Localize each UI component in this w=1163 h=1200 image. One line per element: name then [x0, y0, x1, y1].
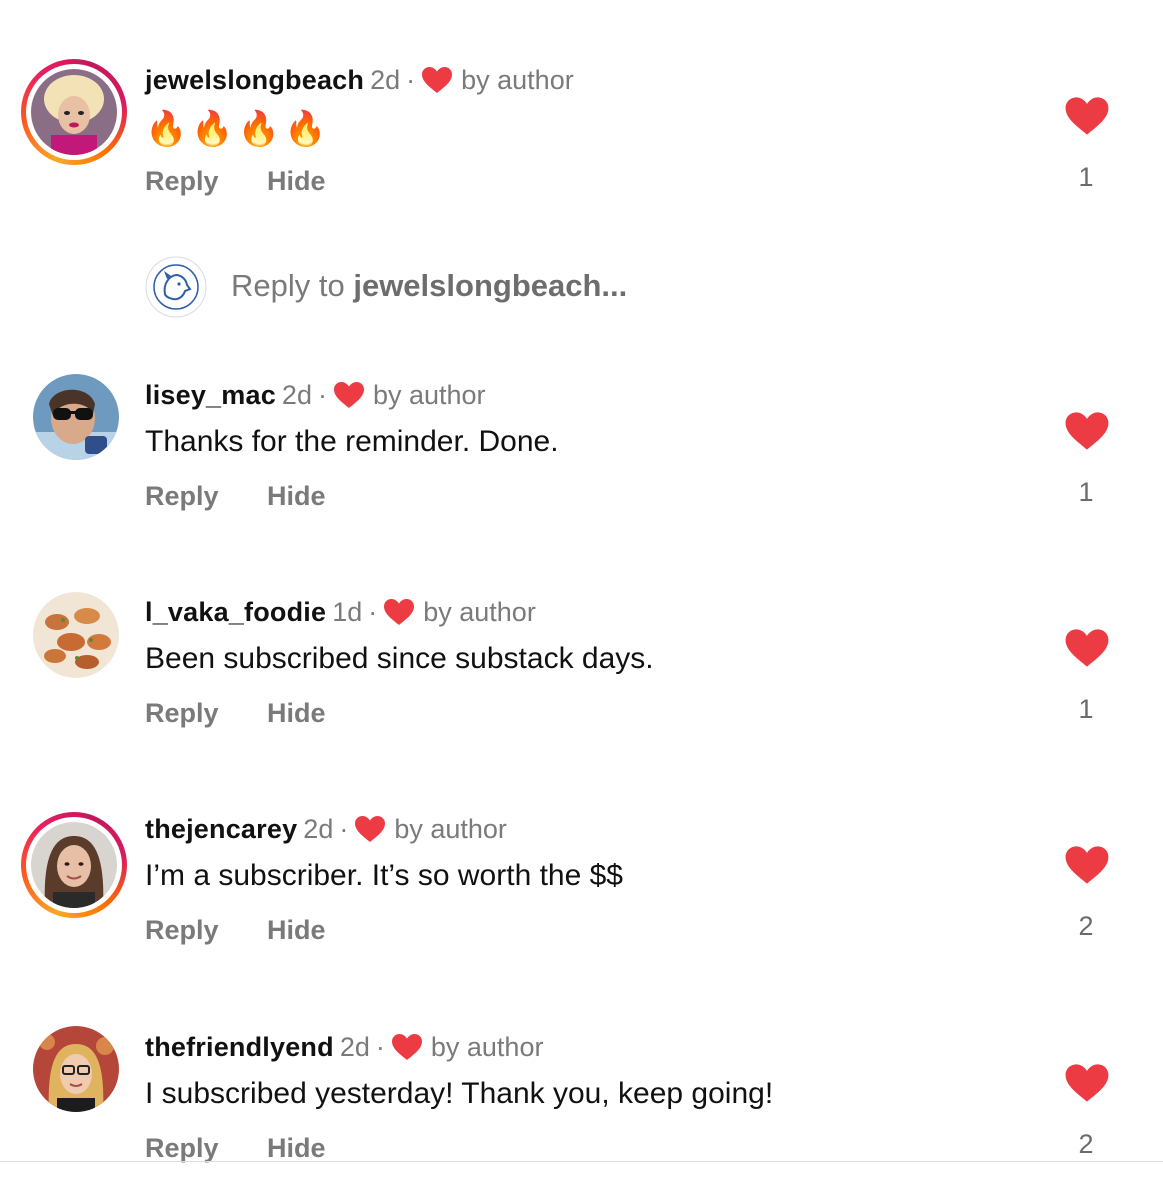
author-heart-icon: [354, 815, 386, 850]
reply-button[interactable]: Reply: [145, 166, 267, 197]
reply-button[interactable]: Reply: [145, 1133, 267, 1164]
separator-dot: ·: [368, 597, 378, 627]
comment-actions: Reply Hide: [145, 915, 326, 946]
by-author-label: by author: [372, 380, 486, 410]
separator-dot: ·: [375, 1032, 385, 1062]
by-author-label: by author: [430, 1032, 544, 1062]
comment-text: I’m a subscriber. It’s so worth the $$: [145, 859, 623, 892]
timestamp: 2d: [370, 65, 401, 95]
comment-text: I subscribed yesterday! Thank you, keep …: [145, 1077, 774, 1110]
reply-button[interactable]: Reply: [145, 915, 267, 946]
author-heart-icon: [391, 1033, 423, 1068]
username[interactable]: jewelslongbeach: [145, 65, 364, 95]
hide-button[interactable]: Hide: [267, 698, 326, 729]
timestamp: 2d: [303, 814, 334, 844]
timestamp: 2d: [339, 1032, 370, 1062]
comment-text: Thanks for the reminder. Done.: [145, 425, 559, 458]
avatar[interactable]: [33, 1026, 119, 1112]
username[interactable]: thefriendlyend: [145, 1032, 334, 1062]
like-count: 1: [1078, 694, 1094, 724]
like-heart-icon[interactable]: [1064, 845, 1110, 885]
like-count: 1: [1078, 477, 1094, 507]
divider: [0, 1161, 1163, 1162]
like-heart-icon[interactable]: [1064, 411, 1110, 451]
separator-dot: ·: [317, 380, 327, 410]
comment-actions: Reply Hide: [145, 1133, 326, 1164]
comment-text: Been subscribed since substack days.: [145, 642, 654, 675]
reply-button[interactable]: Reply: [145, 698, 267, 729]
comment-meta: thefriendlyend 2d · by author: [145, 1031, 543, 1068]
long-beach-watchdog-logo: [145, 256, 207, 318]
like-count: 2: [1078, 1129, 1094, 1159]
author-heart-icon: [383, 598, 415, 633]
like-heart-icon[interactable]: [1064, 96, 1110, 136]
by-author-label: by author: [461, 65, 574, 95]
hide-button[interactable]: Hide: [267, 166, 326, 197]
hide-button[interactable]: Hide: [267, 481, 326, 512]
by-author-label: by author: [423, 597, 536, 627]
username[interactable]: thejencarey: [145, 814, 297, 844]
like-heart-icon[interactable]: [1064, 1063, 1110, 1103]
avatar[interactable]: [33, 592, 119, 678]
by-author-label: by author: [394, 814, 507, 844]
separator-dot: ·: [339, 814, 349, 844]
hide-button[interactable]: Hide: [267, 1133, 326, 1164]
avatar[interactable]: [33, 374, 119, 460]
author-heart-icon: [333, 381, 365, 416]
like-count: 2: [1078, 911, 1094, 941]
comment-actions: Reply Hide: [145, 698, 326, 729]
comment-actions: Reply Hide: [145, 166, 326, 197]
reply-target: jewelslongbeach: [353, 268, 602, 303]
reply-button[interactable]: Reply: [145, 481, 267, 512]
reply-input[interactable]: Reply to jewelslongbeach...: [145, 256, 845, 318]
comment-actions: Reply Hide: [145, 481, 326, 512]
timestamp: 1d: [332, 597, 363, 627]
avatar[interactable]: [21, 812, 127, 918]
reply-placeholder: Reply to jewelslongbeach...: [231, 268, 628, 303]
comment-meta: thejencarey 2d · by author: [145, 813, 507, 850]
comment-text: 🔥🔥🔥🔥: [145, 110, 331, 148]
username[interactable]: lisey_mac: [145, 380, 276, 410]
comment-meta: l_vaka_foodie 1d · by author: [145, 596, 536, 633]
timestamp: 2d: [281, 380, 312, 410]
avatar[interactable]: [21, 59, 127, 165]
comment-meta: jewelslongbeach 2d · by author: [145, 64, 574, 101]
separator-dot: ·: [406, 65, 416, 95]
like-count: 1: [1078, 162, 1094, 192]
username[interactable]: l_vaka_foodie: [145, 597, 326, 627]
comment-meta: lisey_mac 2d · by author: [145, 379, 486, 416]
like-heart-icon[interactable]: [1064, 628, 1110, 668]
author-heart-icon: [421, 66, 453, 101]
hide-button[interactable]: Hide: [267, 915, 326, 946]
